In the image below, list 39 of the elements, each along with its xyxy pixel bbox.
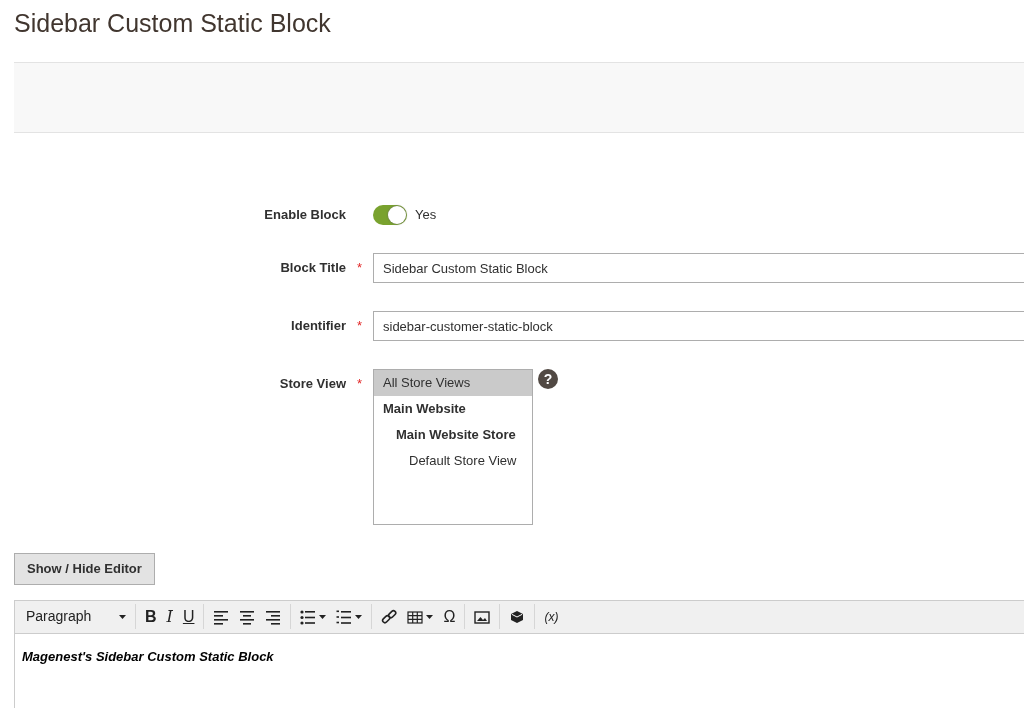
page-title: Sidebar Custom Static Block bbox=[14, 8, 332, 38]
editor-text: Magenest's Sidebar Custom Static Block bbox=[22, 647, 275, 666]
required-mark: * bbox=[356, 376, 363, 391]
caret-icon bbox=[319, 614, 327, 619]
show-hide-editor-button[interactable]: Show / Hide Editor bbox=[14, 553, 155, 585]
listbox-option[interactable]: Main Website bbox=[374, 396, 532, 422]
toolbar-button[interactable]: Ω bbox=[438, 602, 461, 631]
caret-icon bbox=[426, 614, 434, 619]
numbered-list-icon bbox=[336, 608, 353, 625]
required-mark: * bbox=[356, 318, 363, 334]
field-label: Block Title bbox=[279, 259, 346, 278]
field-label: Enable Block bbox=[263, 206, 346, 225]
toolbar-button[interactable]: I bbox=[161, 602, 178, 631]
align-right-icon bbox=[265, 608, 282, 625]
listbox-option[interactable]: Default Store View bbox=[374, 448, 532, 474]
text-field[interactable]: sidebar-customer-static-block bbox=[373, 311, 1024, 341]
field-label: Identifier bbox=[290, 317, 346, 336]
table-icon bbox=[407, 608, 424, 625]
toggle-switch[interactable] bbox=[373, 205, 407, 225]
toggle-value: Yes bbox=[415, 206, 437, 225]
format-dropdown[interactable]: Paragraph bbox=[21, 604, 131, 629]
caret-icon bbox=[119, 614, 126, 619]
toolbar-button[interactable]: U bbox=[177, 602, 200, 631]
cube-icon bbox=[509, 608, 526, 625]
toolbar-button[interactable]: B bbox=[140, 602, 162, 631]
field-label: Store View bbox=[278, 375, 346, 393]
store-view-listbox[interactable]: All Store Views Main Website Main Website Store Default Store View bbox=[373, 369, 533, 525]
listbox-option[interactable]: Main Website Store bbox=[374, 422, 532, 448]
link-icon bbox=[381, 608, 398, 625]
caret-icon bbox=[355, 614, 363, 619]
toolbar-button[interactable]: (x) bbox=[539, 605, 564, 628]
bulleted-list-icon bbox=[300, 608, 317, 625]
align-left-icon bbox=[213, 608, 230, 625]
help-icon[interactable]: ? bbox=[538, 369, 558, 389]
required-mark: * bbox=[356, 260, 363, 276]
text-field[interactable]: Sidebar Custom Static Block bbox=[373, 253, 1024, 283]
image-icon bbox=[474, 608, 491, 625]
align-center-icon bbox=[239, 608, 256, 625]
listbox-option[interactable]: All Store Views bbox=[374, 370, 532, 396]
